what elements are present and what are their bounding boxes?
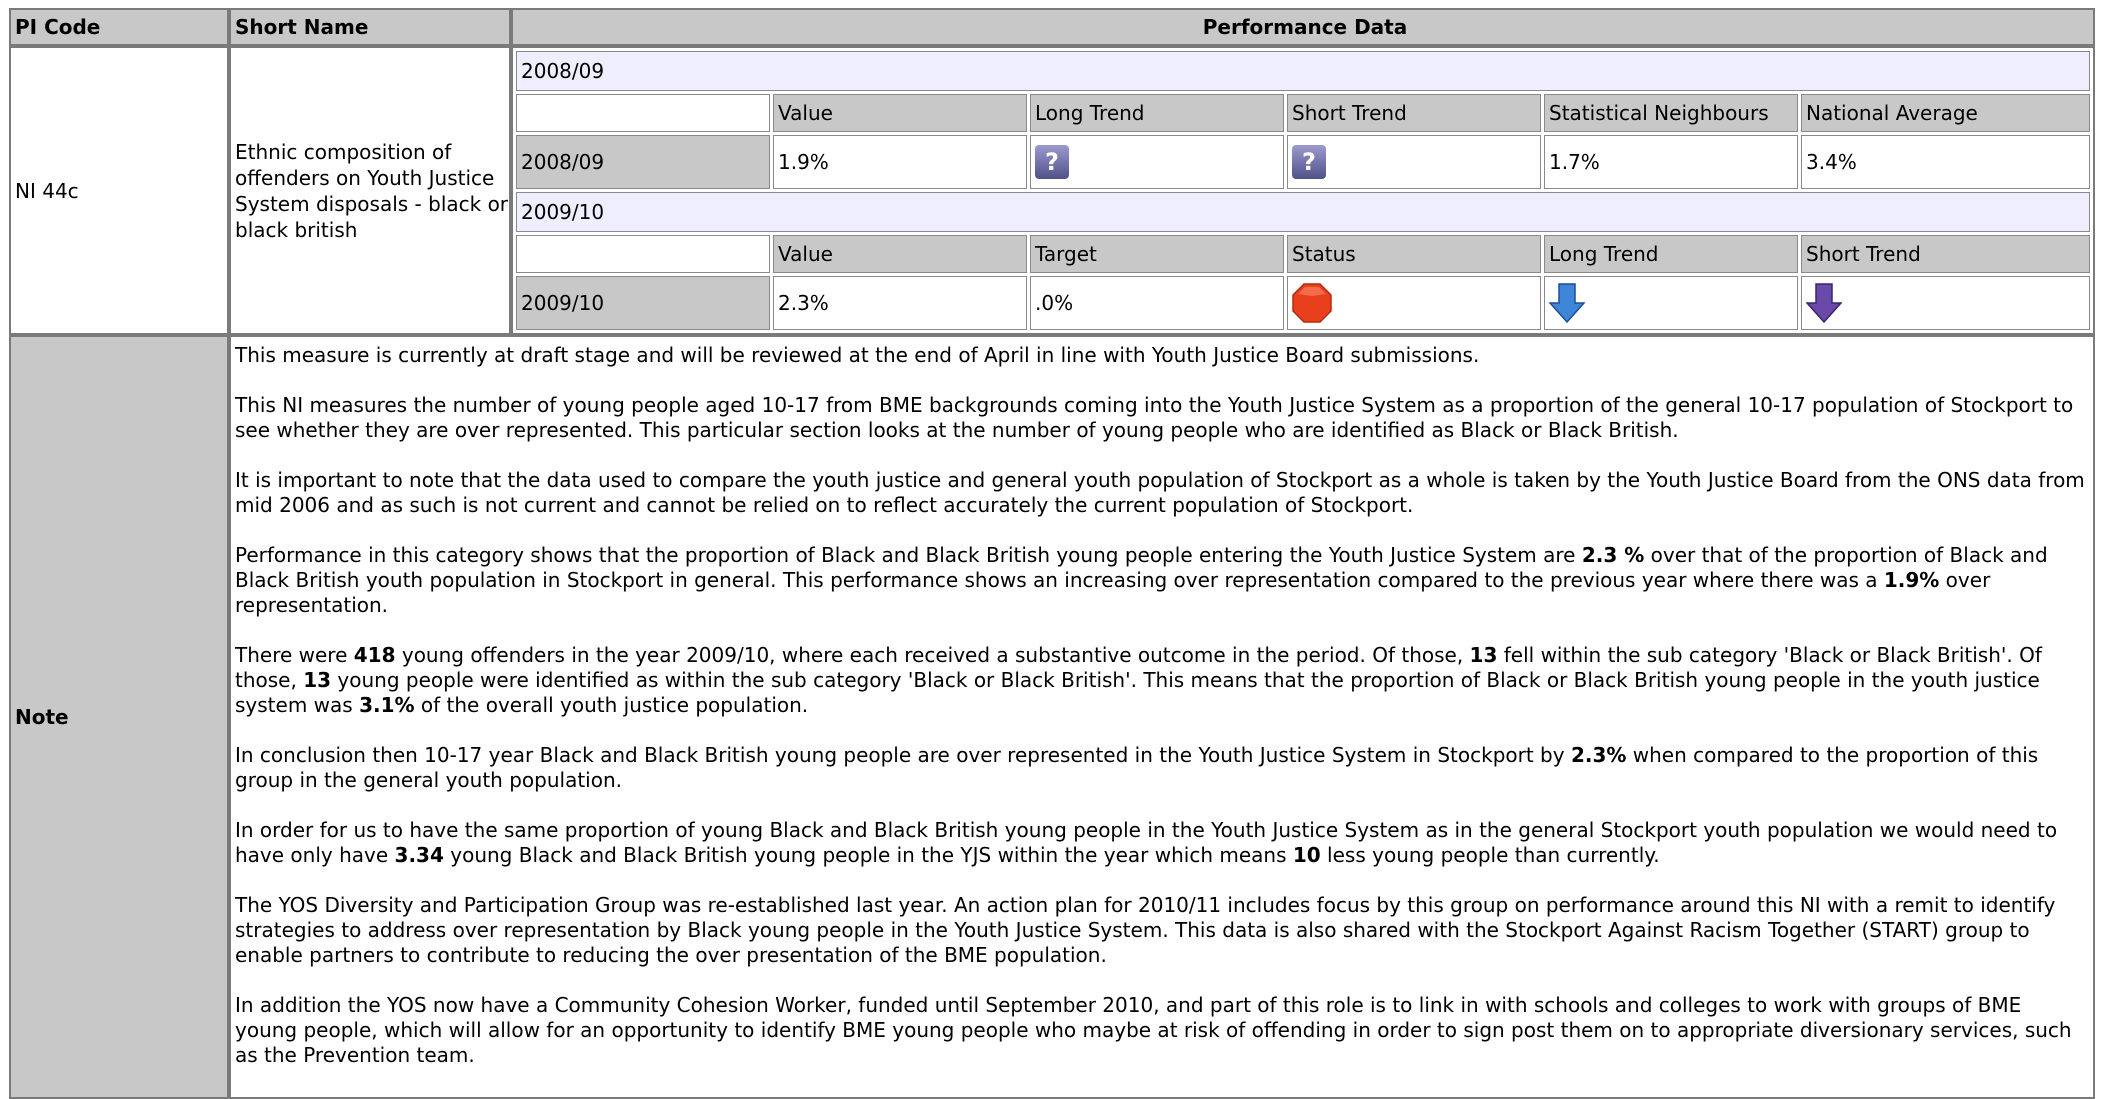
column-header: Short Trend [1801, 235, 2090, 273]
note-text-run: young Black and Black British young peop… [443, 843, 1293, 867]
target-2009: .0% [1030, 276, 1284, 330]
year-heading-2009: 2009/10 [516, 192, 2090, 232]
column-header: Value [773, 235, 1027, 273]
note-paragraph: The YOS Diversity and Participation Grou… [235, 893, 2056, 967]
column-header: Long Trend [1030, 94, 1284, 132]
note-paragraph: In addition the YOS now have a Community… [235, 993, 2072, 1067]
pi-code-cell: NI 44c [9, 46, 229, 335]
note-text-run: young offenders in the year 2009/10, whe… [395, 643, 1470, 667]
row-label-2009: 2009/10 [516, 276, 770, 330]
value-2009: 2.3% [773, 276, 1027, 330]
blank-header-cell [516, 94, 770, 132]
note-text-run: less young people than currently. [1320, 843, 1660, 867]
performance-data-table: 2008/09 Value Long Trend Short Trend Sta… [513, 48, 2093, 333]
note-text-run: of the overall youth justice population. [414, 693, 809, 717]
note-paragraph: This NI measures the number of young peo… [235, 393, 2074, 442]
note-paragraph: In order for us to have the same proport… [235, 818, 2087, 868]
statistical-neighbours-2008: 1.7% [1544, 135, 1798, 189]
note-text-run: Performance in this category shows that … [235, 543, 1582, 567]
purple-down-arrow-icon [1805, 283, 1843, 324]
short-name-header: Short Name [229, 8, 511, 46]
performance-data-cell: 2008/09 Value Long Trend Short Trend Sta… [511, 46, 2095, 335]
unknown-trend-icon: ? [1292, 145, 1326, 179]
long-trend-2009 [1544, 276, 1798, 330]
year-heading-2008: 2008/09 [516, 51, 2090, 91]
note-text: This measure is currently at draft stage… [229, 335, 2095, 1099]
note-label: Note [9, 335, 229, 1099]
column-header: Short Trend [1287, 94, 1541, 132]
note-bold-value: 10 [1292, 843, 1321, 867]
note-paragraph: There were 418 young offenders in the ye… [235, 643, 2087, 718]
note-bold-value: 3.34 [394, 843, 444, 867]
value-2008: 1.9% [773, 135, 1027, 189]
row-label-2008: 2008/09 [516, 135, 770, 189]
note-bold-value: 2.3 % [1581, 543, 1645, 567]
unknown-trend-icon: ? [1035, 145, 1069, 179]
note-bold-value: 1.9% [1883, 568, 1940, 592]
short-name-cell: Ethnic composition of offenders on Youth… [229, 46, 511, 335]
column-header: Status [1287, 235, 1541, 273]
note-bold-value: 3.1% [359, 693, 415, 717]
column-header: Target [1030, 235, 1284, 273]
pi-code-header: PI Code [9, 8, 229, 46]
short-trend-2009 [1801, 276, 2090, 330]
note-paragraph: Performance in this category shows that … [235, 543, 2087, 618]
national-average-2008: 3.4% [1801, 135, 2090, 189]
red-octagon-icon [1292, 283, 1332, 323]
blank-header-cell [516, 235, 770, 273]
note-paragraph: In conclusion then 10-17 year Black and … [235, 743, 2087, 793]
column-header: Value [773, 94, 1027, 132]
note-bold-value: 13 [303, 668, 332, 692]
status-2009 [1287, 276, 1541, 330]
column-header: Long Trend [1544, 235, 1798, 273]
performance-data-header: Performance Data [511, 8, 2095, 46]
note-text-run: In conclusion then 10-17 year Black and … [235, 743, 1571, 767]
long-trend-2008: ? [1030, 135, 1284, 189]
note-text-run: There were [235, 643, 354, 667]
note-bold-value: 13 [1469, 643, 1498, 667]
note-paragraph: It is important to note that the data us… [235, 468, 2085, 517]
note-bold-value: 418 [353, 643, 396, 667]
pi-report-table: PI Code Short Name Performance Data NI 4… [9, 8, 2095, 1099]
blue-down-arrow-icon [1548, 283, 1586, 324]
column-header: National Average [1801, 94, 2090, 132]
note-paragraph: This measure is currently at draft stage… [235, 343, 1480, 367]
note-bold-value: 2.3% [1570, 743, 1627, 767]
short-trend-2008: ? [1287, 135, 1541, 189]
column-header: Statistical Neighbours [1544, 94, 1798, 132]
